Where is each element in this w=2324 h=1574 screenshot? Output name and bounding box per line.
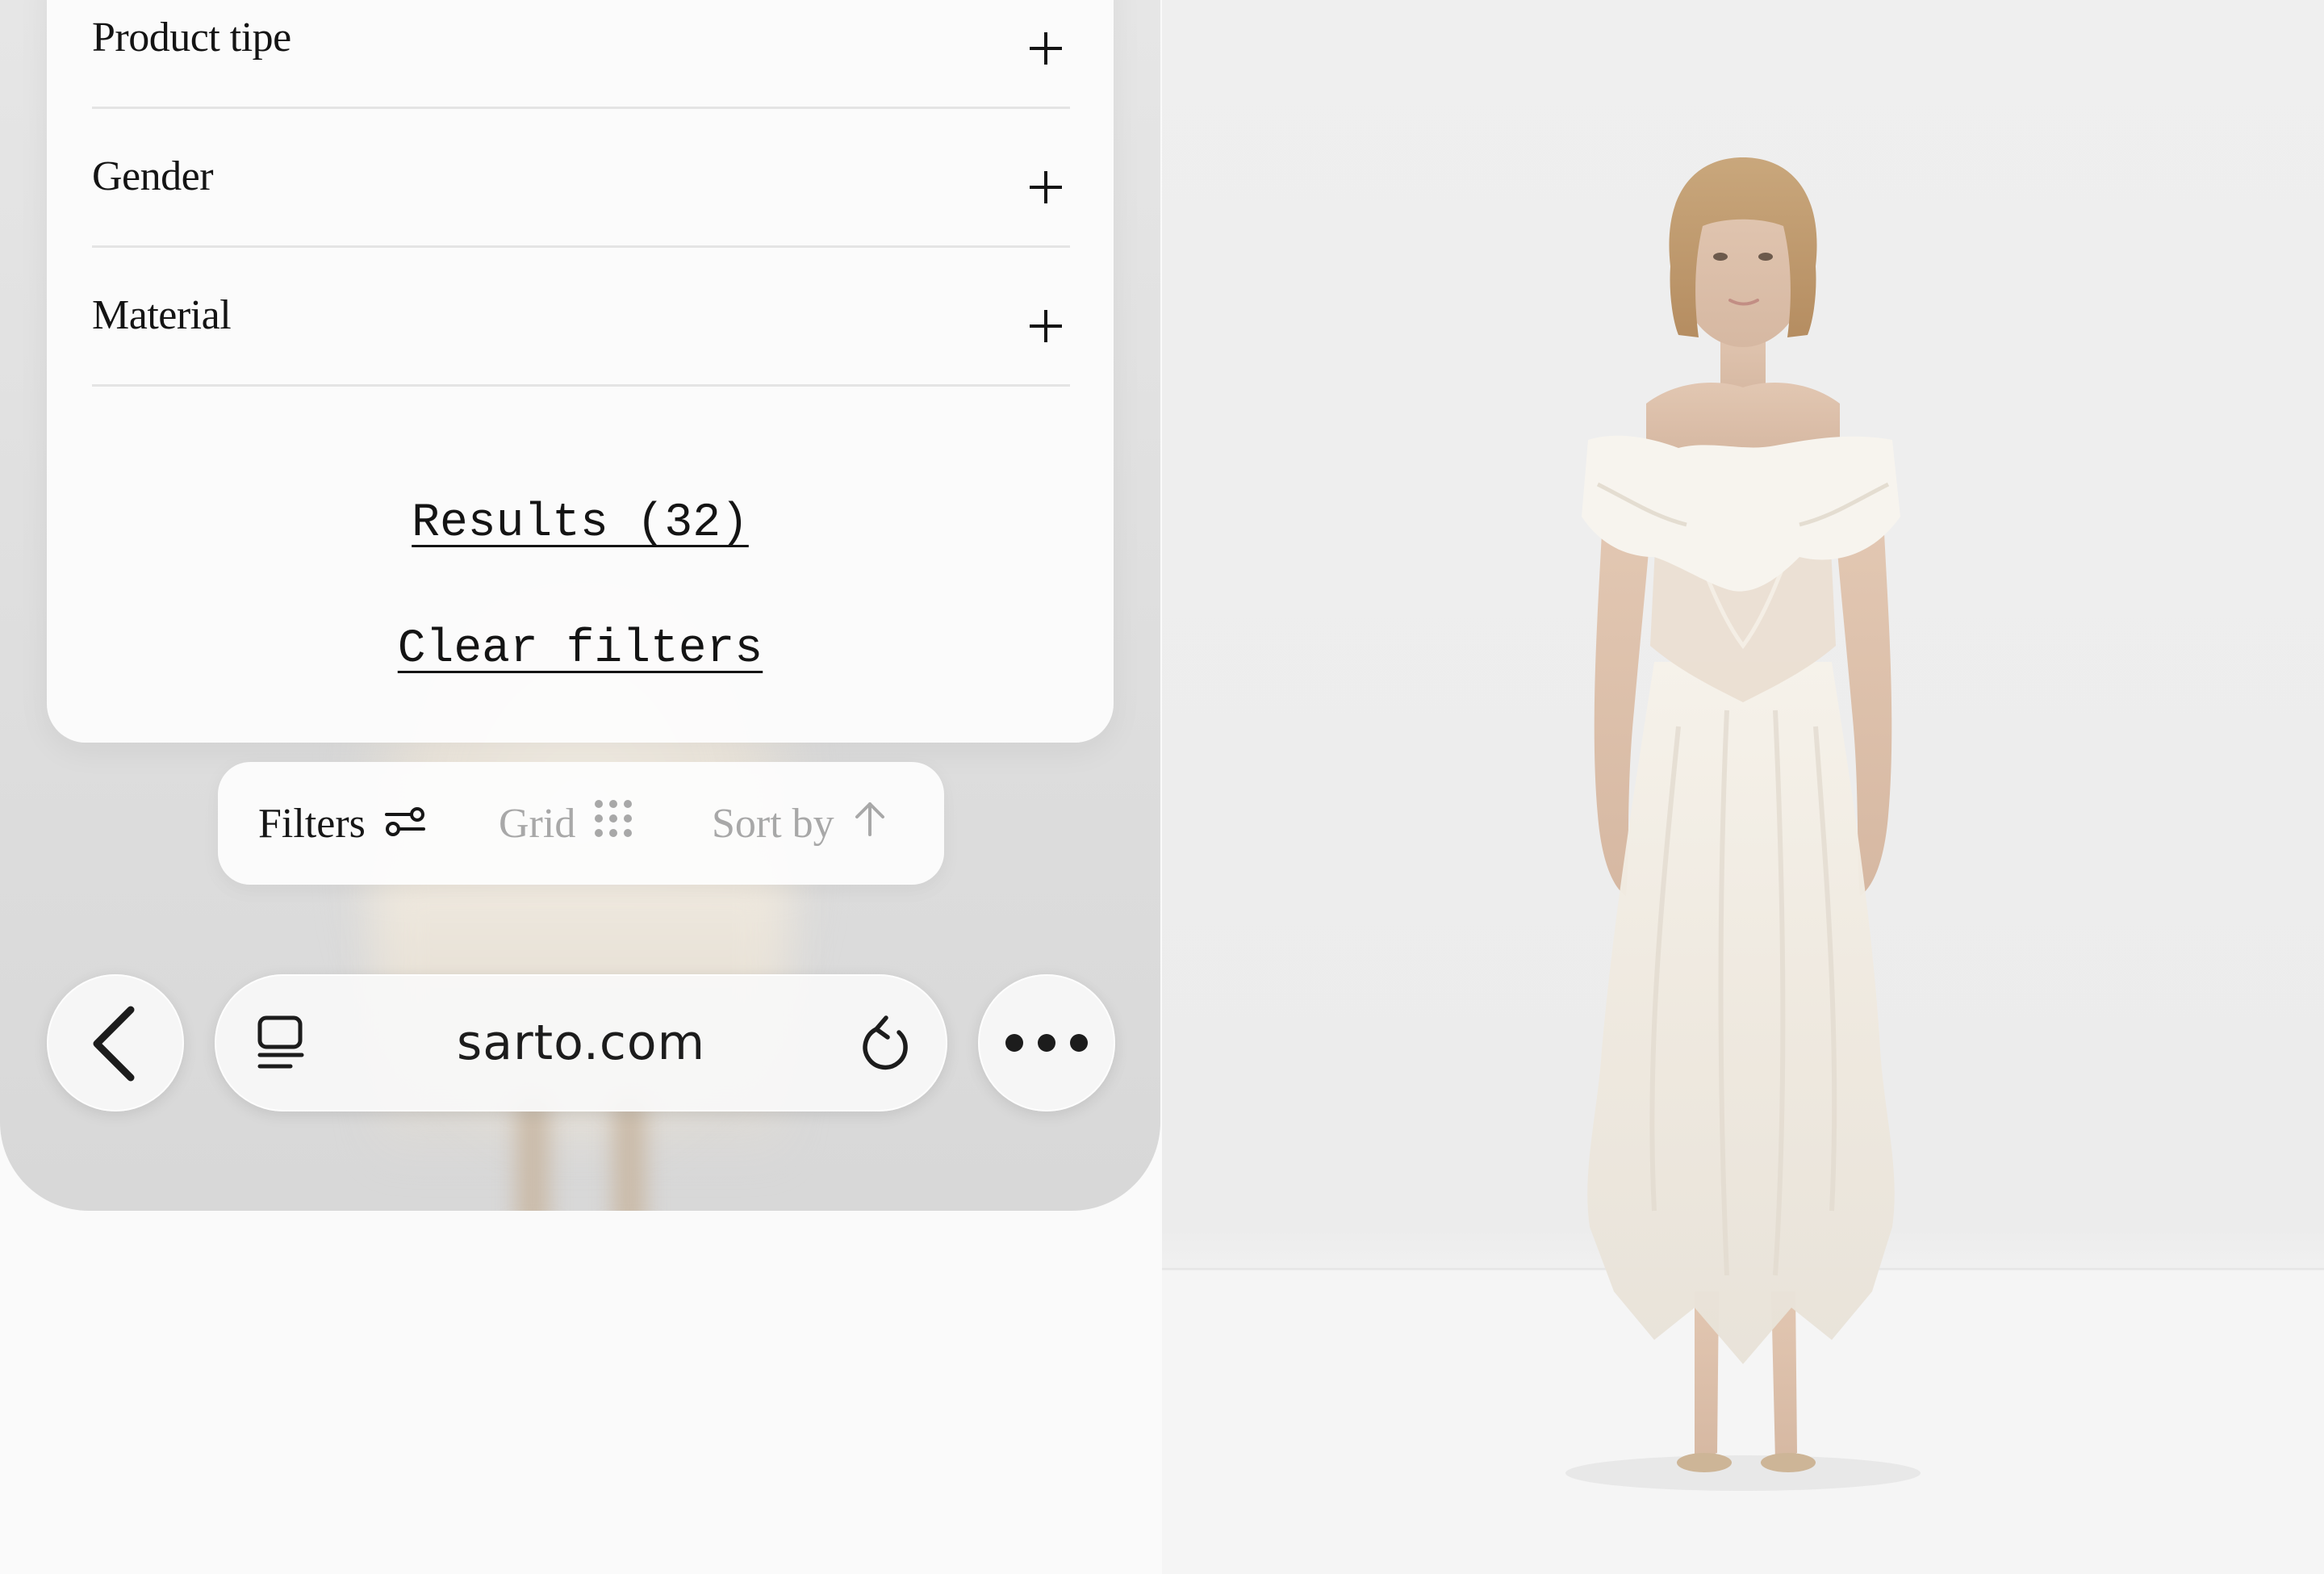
filter-label: Gender bbox=[92, 153, 214, 199]
filters-label: Filters bbox=[258, 800, 366, 847]
arrow-up-icon bbox=[852, 799, 888, 848]
url-text: sarto.com bbox=[456, 1015, 706, 1071]
sort-by-button[interactable]: Sort by bbox=[712, 797, 888, 849]
back-button[interactable] bbox=[47, 974, 184, 1111]
results-button[interactable]: Results (32) bbox=[47, 497, 1114, 550]
plus-icon[interactable] bbox=[1030, 32, 1062, 65]
model-in-white-dress-image bbox=[1162, 157, 2324, 1574]
filter-sheet: Product tipe Gender Material Results (32… bbox=[47, 0, 1114, 743]
phone-screen: Product tipe Gender Material Results (32… bbox=[0, 0, 1160, 1211]
more-dots-icon bbox=[1005, 1034, 1088, 1052]
blurred-leg bbox=[516, 1098, 549, 1211]
grid-dots-icon bbox=[593, 798, 633, 849]
plus-icon[interactable] bbox=[1030, 310, 1062, 342]
filter-row-material[interactable]: Material bbox=[92, 245, 1070, 387]
address-bar[interactable]: sarto.com bbox=[215, 974, 947, 1111]
filter-label: Product tipe bbox=[92, 15, 291, 61]
plus-icon[interactable] bbox=[1030, 171, 1062, 203]
filter-label: Material bbox=[92, 292, 232, 338]
filters-button[interactable]: Filters bbox=[258, 797, 427, 849]
screen: Product tipe Gender Material Results (32… bbox=[0, 0, 2324, 1574]
grid-button[interactable]: Grid bbox=[499, 797, 633, 849]
blurred-leg bbox=[613, 1098, 646, 1211]
filter-row-gender[interactable]: Gender bbox=[92, 107, 1070, 248]
sort-label: Sort by bbox=[712, 800, 834, 847]
listing-toolbar: Filters Grid Sort by bbox=[218, 762, 944, 885]
grid-label: Grid bbox=[499, 800, 576, 847]
clear-filters-button[interactable]: Clear filters bbox=[47, 623, 1114, 676]
sliders-icon bbox=[383, 800, 427, 848]
chevron-left-icon bbox=[93, 1006, 135, 1082]
more-button[interactable] bbox=[978, 974, 1115, 1111]
filter-row-product-type[interactable]: Product tipe bbox=[92, 0, 1070, 109]
reload-icon[interactable] bbox=[859, 1015, 915, 1074]
product-photo bbox=[1162, 0, 2324, 1574]
